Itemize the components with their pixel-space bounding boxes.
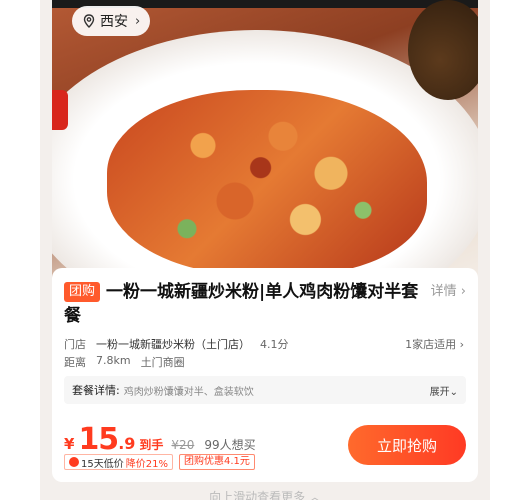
original-price: ¥20 — [171, 438, 195, 452]
low-price-text: 15天低价 — [81, 458, 124, 470]
store-label: 门店 — [64, 338, 86, 351]
location-city: 西安 — [100, 14, 128, 30]
arrive-label: 到手 — [139, 438, 164, 452]
food-photo[interactable]: 西安 › — [52, 0, 478, 290]
scroll-hint: 向上滑动查看更多 ︿ — [209, 490, 321, 500]
store-rating: 4.1分 — [260, 338, 289, 351]
price-row: ¥ 15 .9 到手 ¥20 99人想买 — [64, 422, 256, 457]
fried-rice-noodle-dish — [107, 90, 427, 275]
phone-screen: 西安 › 团购 一粉一城新疆炒米粉|单人鸡肉粉馕对半套餐 详情 › 门店 一粉一城… — [40, 0, 490, 500]
decor-red-object — [52, 90, 68, 130]
deal-title-text: 一粉一城新疆炒米粉|单人鸡肉粉馕对半套餐 — [64, 282, 419, 326]
distance-label: 距离 — [64, 356, 86, 369]
deal-card: 团购 一粉一城新疆炒米粉|单人鸡肉粉馕对半套餐 详情 › 门店 一粉一城新疆炒米粉… — [52, 268, 478, 482]
expand-button[interactable]: 展开⌄ — [430, 383, 458, 398]
group-buy-tag: 团购 — [64, 282, 101, 302]
location-selector[interactable]: 西安 › — [72, 6, 151, 36]
trend-down-icon — [69, 457, 79, 467]
price-decimal: .9 — [118, 434, 136, 453]
price-integer: 15 — [78, 422, 119, 457]
location-pin-icon — [83, 14, 95, 28]
currency-symbol: ¥ — [64, 435, 75, 453]
discount-badge: 团购优惠4.1元 — [178, 454, 255, 470]
store-name[interactable]: 一粉一城新疆炒米粉（土门店） — [96, 336, 250, 352]
low-price-badge: 15天低价 降价21% — [64, 454, 173, 470]
price-drop-text: 降价21% — [125, 458, 168, 470]
basket-image — [408, 0, 478, 100]
want-count: 99人想买 — [204, 438, 256, 452]
deal-title: 团购 一粉一城新疆炒米粉|单人鸡肉粉馕对半套餐 — [64, 280, 424, 328]
price-badges: 15天低价 降价21% 团购优惠4.1元 — [64, 454, 255, 470]
detail-link[interactable]: 详情 › — [431, 280, 466, 299]
package-label: 套餐详情: — [72, 384, 120, 397]
business-area: 土门商圈 — [140, 356, 185, 369]
package-details: 套餐详情: 鸡肉炒粉馕馕对半、盒装软饮 展开⌄ — [64, 376, 466, 404]
store-info-row: 门店 一粉一城新疆炒米粉（土门店） 4.1分 1家店适用 › — [64, 336, 464, 352]
package-value: 鸡肉炒粉馕馕对半、盒装软饮 — [123, 386, 254, 398]
distance-value: 7.8km — [96, 354, 131, 367]
chevron-right-icon: › — [135, 13, 141, 29]
stores-applicable-link[interactable]: 1家店适用 › — [405, 336, 464, 352]
buy-now-button[interactable]: 立即抢购 — [348, 425, 466, 465]
distance-row: 距离 7.8km 土门商圈 — [64, 354, 185, 370]
